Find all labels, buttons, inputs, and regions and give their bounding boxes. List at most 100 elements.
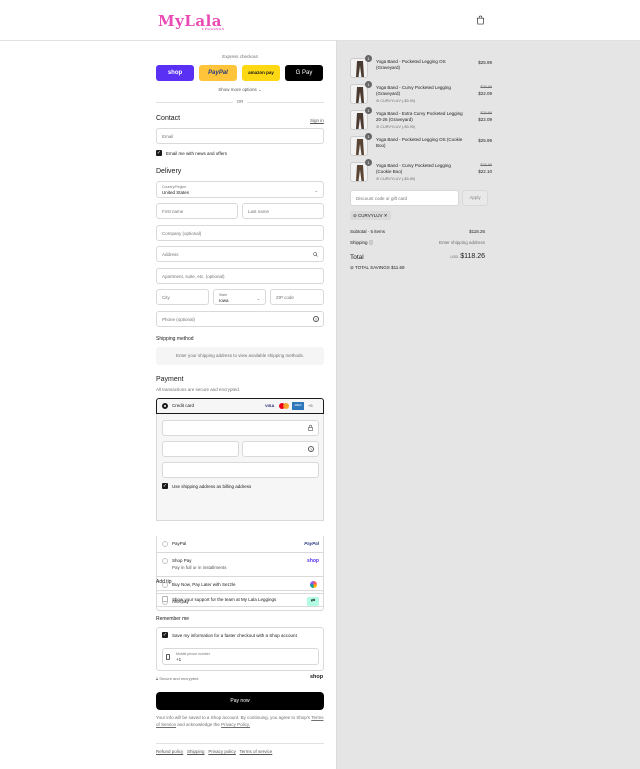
item-discount: ⊘ CURVYLUV (-$3.89): [376, 177, 416, 181]
sign-in-link[interactable]: Sign in: [310, 118, 324, 123]
save-info-checkbox[interactable]: ✓: [162, 632, 168, 638]
order-summary: 1 Yoga Band - Pocketed Legging OS (Grave…: [336, 41, 640, 769]
amazon-pay-button[interactable]: amazon pay: [242, 65, 280, 81]
shop-pay-radio[interactable]: [162, 558, 168, 564]
discount-tag: ⊘ CURVYLUV ✕: [350, 211, 391, 220]
credit-card-radio[interactable]: [162, 403, 168, 409]
refund-policy-link[interactable]: Refund policy: [156, 749, 183, 754]
tip-label: Show your support for the team at My Lal…: [172, 597, 277, 602]
cart-item: 1 Yoga Band - Pocketed Legging OS (Cooki…: [350, 133, 492, 158]
first-name-field[interactable]: First name: [156, 203, 238, 219]
chevron-down-icon: ⌄: [258, 87, 262, 92]
tag-icon: ⊘: [376, 177, 380, 181]
email-field[interactable]: Email: [156, 128, 324, 144]
name-on-card-field[interactable]: [162, 462, 319, 478]
total-label: Total: [350, 254, 364, 261]
lock-icon: 🔒︎: [156, 676, 159, 681]
cart-item: 1 Yoga Band - Curvy Pocketed Legging (Gr…: [350, 81, 492, 106]
state-select[interactable]: State Iowa ⌄: [213, 289, 266, 305]
security-code-field[interactable]: ?: [242, 441, 319, 457]
item-price: $22.09: [478, 117, 492, 122]
news-checkbox[interactable]: ✓: [156, 150, 162, 156]
last-name-field[interactable]: Last name: [242, 203, 324, 219]
tip-checkbox[interactable]: [162, 596, 168, 602]
shipping-notice: Enter your shipping address to view avai…: [156, 347, 324, 365]
cart-item: 1 Yoga Band - Curvy Pocketed Legging (Co…: [350, 159, 492, 184]
tag-icon: ⊘: [353, 213, 357, 218]
mobile-phone-icon: [166, 654, 170, 660]
discount-code-field[interactable]: Discount code or gift card: [350, 190, 459, 206]
mobile-phone-field[interactable]: Mobile phone number +1: [162, 648, 319, 665]
shop-logo: shop: [310, 674, 324, 680]
remember-heading: Remember me: [156, 616, 190, 622]
apartment-field[interactable]: Apartment, suite, etc. (optional): [156, 268, 324, 284]
tag-icon: ⊘: [376, 99, 380, 103]
credit-card-option[interactable]: Credit card VISA AMEX +5: [156, 398, 324, 414]
subtotal-value: $118.26: [469, 229, 485, 234]
card-number-field[interactable]: [162, 420, 319, 436]
shipping-value: Enter shipping address: [438, 240, 485, 245]
item-original-price: $25.99: [480, 163, 492, 167]
shipping-link[interactable]: Shipping: [187, 749, 205, 754]
tip-option[interactable]: Show your support for the team at My Lal…: [156, 590, 324, 607]
item-original-price: $25.99: [480, 111, 492, 115]
billing-same-label: Use shipping address as billing address: [172, 484, 252, 489]
country-select[interactable]: Country/Region United States ⌄: [156, 181, 324, 198]
or-separator: OR: [233, 99, 247, 104]
item-price: $25.99: [478, 138, 492, 143]
contact-heading: Contact: [156, 115, 181, 122]
item-name: Yoga Band - Extra Curvy Pocketed Legging…: [376, 111, 463, 122]
paypal-option[interactable]: PayPal PayPal: [156, 536, 324, 553]
divider: [156, 743, 324, 744]
zip-field[interactable]: ZIP code: [270, 289, 324, 305]
tag-icon: ⊘: [376, 125, 380, 129]
terms-of-service-link[interactable]: Terms of service: [240, 749, 273, 754]
shop-logo: shop: [307, 558, 319, 564]
item-name: Yoga Band - Pocketed Legging OS (Graveya…: [376, 59, 446, 70]
total-savings: ⊘ TOTAL SAVINGS $11.69: [350, 265, 405, 270]
remember-box: ✓ Save my information for a faster check…: [156, 627, 324, 671]
pay-now-button[interactable]: Pay now: [156, 692, 324, 710]
checkout-form: Express checkout shop PayPal amazon pay …: [0, 41, 336, 769]
item-price: $22.09: [478, 91, 492, 96]
city-field[interactable]: City: [156, 289, 209, 305]
payment-heading: Payment: [156, 376, 184, 383]
help-icon[interactable]: ?: [308, 446, 314, 452]
phone-field[interactable]: Phone (optional) ?: [156, 311, 324, 327]
chevron-down-icon: ⌄: [256, 296, 260, 301]
save-info-label: Save my information for a faster checkou…: [172, 633, 297, 638]
shop-pay-option[interactable]: Shop Pay Pay in full or in installments …: [156, 553, 324, 577]
expiration-field[interactable]: [162, 441, 239, 457]
info-icon[interactable]: ⓘ: [369, 240, 374, 245]
paypal-logo: PayPal: [304, 541, 319, 546]
company-field[interactable]: Company (optional): [156, 225, 324, 241]
amex-icon: AMEX: [292, 402, 304, 410]
help-icon[interactable]: ?: [313, 316, 319, 322]
google-pay-button[interactable]: G Pay: [285, 65, 323, 81]
more-cards-badge: +5: [308, 403, 313, 408]
shop-privacy-link[interactable]: Privacy Policy.: [221, 722, 250, 727]
address-field[interactable]: Address: [156, 246, 324, 262]
shopping-bag-icon[interactable]: [476, 15, 485, 25]
lock-icon: [308, 425, 313, 431]
apply-button[interactable]: Apply: [462, 190, 488, 206]
paypal-button[interactable]: PayPal: [199, 65, 237, 81]
show-more-options-link[interactable]: Show more options ⌄: [156, 87, 324, 93]
mastercard-icon: [279, 403, 289, 410]
brand-logo[interactable]: MyLala LEGGINGS: [158, 12, 224, 31]
search-icon: [313, 252, 318, 257]
delivery-heading: Delivery: [156, 168, 182, 175]
item-name: Yoga Band - Pocketed Legging OS (Cookie …: [376, 137, 463, 148]
footer-links: Refund policy Shipping Privacy policy Te…: [156, 749, 272, 754]
chevron-down-icon: ⌄: [314, 188, 318, 193]
item-discount: ⊘ CURVYLUV (-$3.90): [376, 125, 416, 129]
express-checkout-title: Express checkout: [222, 54, 258, 59]
privacy-policy-link[interactable]: Privacy policy: [208, 749, 236, 754]
total-value: USD $118.26: [450, 253, 485, 260]
quantity-badge: 1: [365, 159, 372, 166]
remove-code-button[interactable]: ✕: [384, 213, 388, 218]
billing-same-checkbox[interactable]: ✓: [162, 483, 168, 489]
shop-pay-button[interactable]: shop: [156, 65, 194, 81]
paypal-radio[interactable]: [162, 541, 168, 547]
sezzle-icon: [310, 581, 317, 588]
